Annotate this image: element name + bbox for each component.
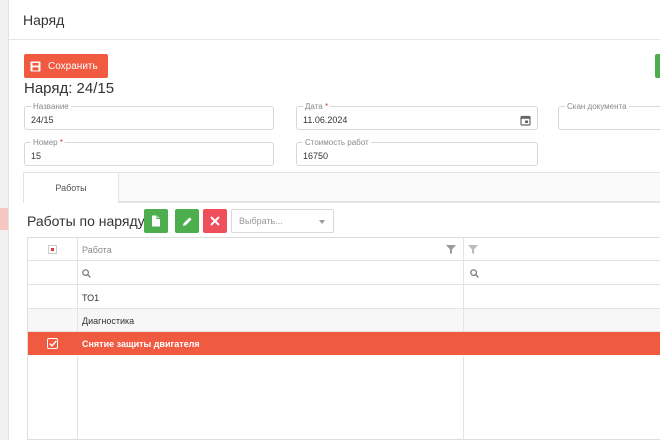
- checkbox-icon: [48, 245, 57, 254]
- tab-divider: [119, 202, 660, 203]
- left-edge-marker: [0, 208, 8, 230]
- extra-action-button[interactable]: [655, 54, 660, 78]
- close-icon: [210, 216, 220, 226]
- works-grid: Работа ТО1 Диагностика Снятие защиты дви…: [27, 237, 660, 440]
- table-row-selected[interactable]: Снятие защиты двигателя: [28, 332, 660, 355]
- works-section-title: Работы по наряду: [27, 213, 145, 229]
- date-field-value: 11.06.2024: [303, 115, 348, 125]
- calendar-icon[interactable]: [520, 113, 531, 126]
- number-field-label: Номер *: [31, 138, 65, 147]
- filter-icon[interactable]: [446, 238, 460, 261]
- tab-bar: Работы: [23, 172, 660, 203]
- table-row[interactable]: ТО1: [28, 286, 660, 309]
- work-select-dropdown[interactable]: Выбрать...: [231, 209, 334, 233]
- table-row[interactable]: Диагностика: [28, 309, 660, 332]
- cost-field-value: 16750: [303, 151, 329, 161]
- save-icon: [30, 61, 41, 72]
- column-header-2[interactable]: [486, 238, 656, 261]
- cost-field-label: Стоимость работ: [303, 138, 371, 147]
- grid-header-row: Работа: [28, 238, 660, 261]
- search-work-cell[interactable]: [82, 262, 442, 285]
- column-header-work[interactable]: Работа: [82, 238, 442, 261]
- cost-field[interactable]: Стоимость работ 16750: [296, 138, 538, 166]
- tab-works-label: Работы: [55, 183, 87, 193]
- add-work-button[interactable]: [144, 209, 168, 233]
- number-field[interactable]: Номер * 15: [24, 138, 274, 166]
- search-icon: [82, 269, 91, 278]
- grid-column-divider: [463, 356, 464, 440]
- document-heading: Наряд: 24/15: [24, 80, 115, 97]
- left-edge-strip: [0, 0, 8, 440]
- row-checkbox[interactable]: [28, 332, 77, 355]
- window-header: Наряд: [9, 0, 660, 40]
- grid-column-divider: [463, 238, 464, 332]
- checkbox-icon: [47, 338, 58, 349]
- number-field-value: 15: [31, 151, 42, 161]
- grid-search-row: [28, 262, 660, 285]
- search-icon: [470, 269, 479, 278]
- name-field-value: 24/15: [31, 115, 54, 125]
- chevron-down-icon: [319, 220, 325, 224]
- select-all-checkbox[interactable]: [28, 238, 77, 261]
- pencil-icon: [182, 216, 192, 226]
- work-cell: ТО1: [82, 292, 100, 303]
- scan-document-field[interactable]: Скан документа: [558, 102, 660, 130]
- filter-icon[interactable]: [468, 238, 482, 261]
- edit-work-button[interactable]: [175, 209, 199, 233]
- work-cell: Снятие защиты двигателя: [82, 338, 200, 349]
- record-panel: Наряд Сохранить Наряд: 24/15 Название 24…: [8, 0, 660, 440]
- new-document-icon: [152, 215, 160, 227]
- date-field-label: Дата *: [303, 102, 331, 111]
- search-col2-cell[interactable]: [470, 262, 650, 285]
- name-field[interactable]: Название 24/15: [24, 102, 274, 130]
- window-title: Наряд: [23, 11, 65, 28]
- name-field-label: Название: [31, 102, 71, 111]
- delete-work-button[interactable]: [203, 209, 227, 233]
- grid-column-divider: [77, 356, 78, 440]
- save-button[interactable]: Сохранить: [24, 54, 108, 78]
- work-select-placeholder: Выбрать...: [239, 216, 283, 226]
- scan-document-label: Скан документа: [565, 102, 629, 111]
- work-cell: Диагностика: [82, 315, 135, 326]
- save-button-label: Сохранить: [48, 60, 98, 72]
- tab-works[interactable]: Работы: [23, 172, 119, 203]
- date-field[interactable]: Дата * 11.06.2024: [296, 102, 538, 130]
- grid-column-divider: [77, 238, 78, 332]
